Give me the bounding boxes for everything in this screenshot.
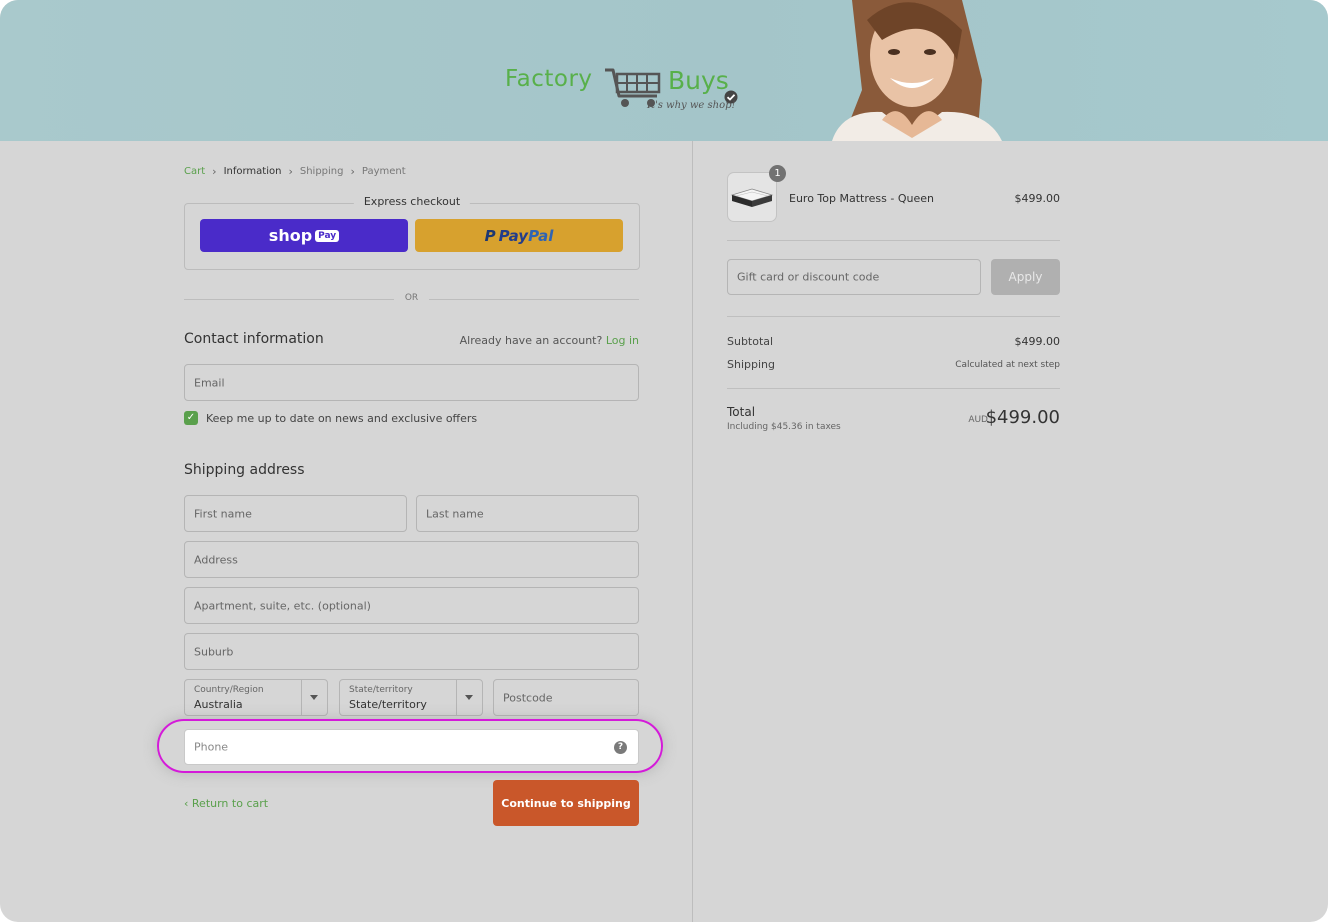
state-value: State/territory: [349, 698, 427, 711]
breadcrumb-cart[interactable]: Cart: [184, 166, 205, 177]
express-checkout-box: Express checkout shop Pay P PayPal: [184, 195, 640, 270]
newsletter-option[interactable]: ✓ Keep me up to date on news and exclusi…: [184, 411, 477, 425]
email-placeholder: Email: [194, 376, 225, 389]
login-link[interactable]: Log in: [606, 334, 639, 347]
chevron-right-icon: ›: [288, 165, 293, 178]
header-banner: Factory Buys It's why we shop!: [0, 0, 1328, 141]
return-to-cart-link[interactable]: ‹ Return to cart: [184, 797, 268, 810]
shop-pay-badge: Pay: [315, 229, 340, 242]
suburb-placeholder: Suburb: [194, 645, 234, 658]
chevron-down-icon: [301, 680, 327, 715]
return-to-cart-label: Return to cart: [191, 797, 269, 810]
total-label: Total: [727, 405, 756, 419]
subtotal-label: Subtotal: [727, 335, 774, 348]
logo-word-factory: Factory: [505, 66, 593, 92]
tax-note: Including $45.36 in taxes: [727, 422, 841, 432]
or-divider: OR: [184, 293, 639, 307]
discount-code-field[interactable]: Gift card or discount code: [727, 259, 981, 295]
continue-to-shipping-button[interactable]: Continue to shipping: [493, 780, 639, 826]
first-name-field[interactable]: First name: [184, 495, 407, 532]
subtotal-value: $499.00: [1014, 335, 1061, 348]
account-prompt: Already have an account? Log in: [460, 334, 639, 347]
apply-button[interactable]: Apply: [991, 259, 1060, 295]
summary-divider: [727, 388, 1060, 389]
paypal-logo-icon: P: [484, 226, 496, 245]
chevron-down-icon: [456, 680, 482, 715]
logo-tagline: It's why we shop!: [647, 100, 736, 111]
last-name-placeholder: Last name: [426, 507, 484, 520]
country-select[interactable]: Country/Region Australia: [184, 679, 328, 716]
shop-pay-button[interactable]: shop Pay: [200, 219, 408, 252]
address-placeholder: Address: [194, 553, 238, 566]
summary-divider: [727, 240, 1060, 241]
apartment-placeholder: Apartment, suite, etc. (optional): [194, 599, 371, 612]
checkout-page: Factory Buys It's why we shop! Cart › In…: [0, 0, 1328, 922]
paypal-button[interactable]: P PayPal: [415, 219, 623, 252]
breadcrumb-shipping: Shipping: [299, 166, 344, 177]
discount-placeholder: Gift card or discount code: [737, 270, 880, 284]
product-name: Euro Top Mattress - Queen: [789, 192, 934, 205]
state-select[interactable]: State/territory State/territory: [339, 679, 483, 716]
chevron-left-icon: ‹: [184, 797, 192, 810]
summary-divider: [727, 316, 1060, 317]
phone-field[interactable]: Phone ?: [184, 729, 639, 765]
country-label: Country/Region: [194, 685, 264, 695]
country-value: Australia: [194, 698, 243, 711]
shipping-address-title: Shipping address: [184, 462, 305, 478]
breadcrumb-payment: Payment: [361, 166, 406, 177]
newsletter-label: Keep me up to date on news and exclusive…: [206, 411, 478, 425]
factorybuys-logo[interactable]: Factory Buys It's why we shop!: [505, 64, 745, 118]
postcode-field[interactable]: Postcode: [493, 679, 639, 716]
newsletter-checkbox[interactable]: ✓: [184, 411, 198, 425]
chevron-right-icon: ›: [212, 165, 217, 178]
product-thumbnail: [727, 172, 777, 222]
smiling-woman-image: [832, 0, 1002, 141]
checkout-main-panel: Cart › Information › Shipping › Payment …: [0, 141, 692, 922]
help-icon[interactable]: ?: [614, 741, 627, 754]
apartment-field[interactable]: Apartment, suite, etc. (optional): [184, 587, 639, 624]
email-field[interactable]: Email: [184, 364, 639, 401]
postcode-placeholder: Postcode: [503, 691, 553, 704]
product-price: $499.00: [1014, 192, 1061, 205]
mattress-image: [730, 188, 774, 207]
suburb-field[interactable]: Suburb: [184, 633, 639, 670]
shipping-value: Calculated at next step: [955, 360, 1060, 370]
breadcrumb: Cart › Information › Shipping › Payment: [184, 165, 406, 178]
last-name-field[interactable]: Last name: [416, 495, 639, 532]
state-label: State/territory: [349, 685, 413, 695]
shipping-label: Shipping: [727, 358, 775, 371]
total-value: $499.00: [985, 407, 1060, 428]
logo-word-buys: Buys: [668, 66, 729, 95]
order-summary-panel: 1 Euro Top Mattress - Queen $499.00 Gift…: [693, 141, 1328, 922]
paypal-wordmark: PayPal: [498, 226, 554, 245]
breadcrumb-information: Information: [223, 166, 282, 177]
contact-information-title: Contact information: [184, 331, 324, 347]
address-field[interactable]: Address: [184, 541, 639, 578]
phone-placeholder: Phone: [194, 740, 229, 754]
or-text: OR: [404, 293, 419, 303]
first-name-placeholder: First name: [194, 507, 252, 520]
express-checkout-title: Express checkout: [353, 195, 471, 208]
quantity-badge: 1: [769, 165, 786, 182]
account-prompt-text: Already have an account?: [459, 334, 603, 347]
chevron-right-icon: ›: [350, 165, 355, 178]
shop-pay-wordmark: shop: [268, 226, 313, 245]
